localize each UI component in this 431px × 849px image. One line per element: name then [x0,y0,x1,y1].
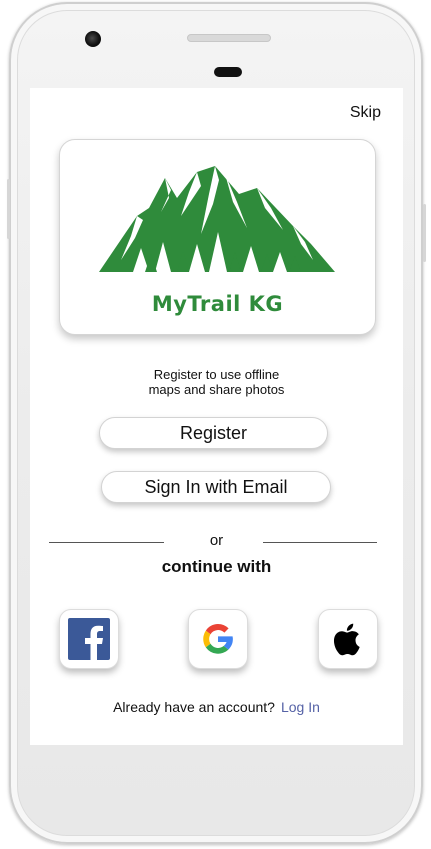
login-prompt: Already have an account? Log In [30,699,403,715]
divider-right [263,542,377,543]
log-in-link[interactable]: Log In [281,699,320,715]
register-button[interactable]: Register [99,417,328,449]
front-camera-icon [85,31,101,47]
sign-in-email-button[interactable]: Sign In with Email [101,471,331,503]
mountain-icon [99,166,335,272]
earpiece-speaker [187,34,271,42]
power-button [7,179,10,239]
apple-icon [333,623,360,656]
facebook-icon [68,618,110,660]
intro-text: Register to use offline maps and share p… [148,367,285,397]
skip-button[interactable]: Skip [350,104,381,122]
apple-login-button[interactable] [318,609,378,669]
logo-card: MyTrail KG [59,139,376,335]
google-icon [203,624,233,654]
brand-name: MyTrail KG [151,292,284,316]
app-screen: Skip MyTrail KG Register to use offline … [30,88,403,745]
proximity-sensor [214,67,242,77]
volume-button [423,204,426,262]
google-login-button[interactable] [188,609,248,669]
facebook-login-button[interactable] [59,609,119,669]
or-label: or [209,532,224,549]
continue-with-label: continue with [161,557,272,576]
login-prompt-text: Already have an account? [113,699,275,715]
